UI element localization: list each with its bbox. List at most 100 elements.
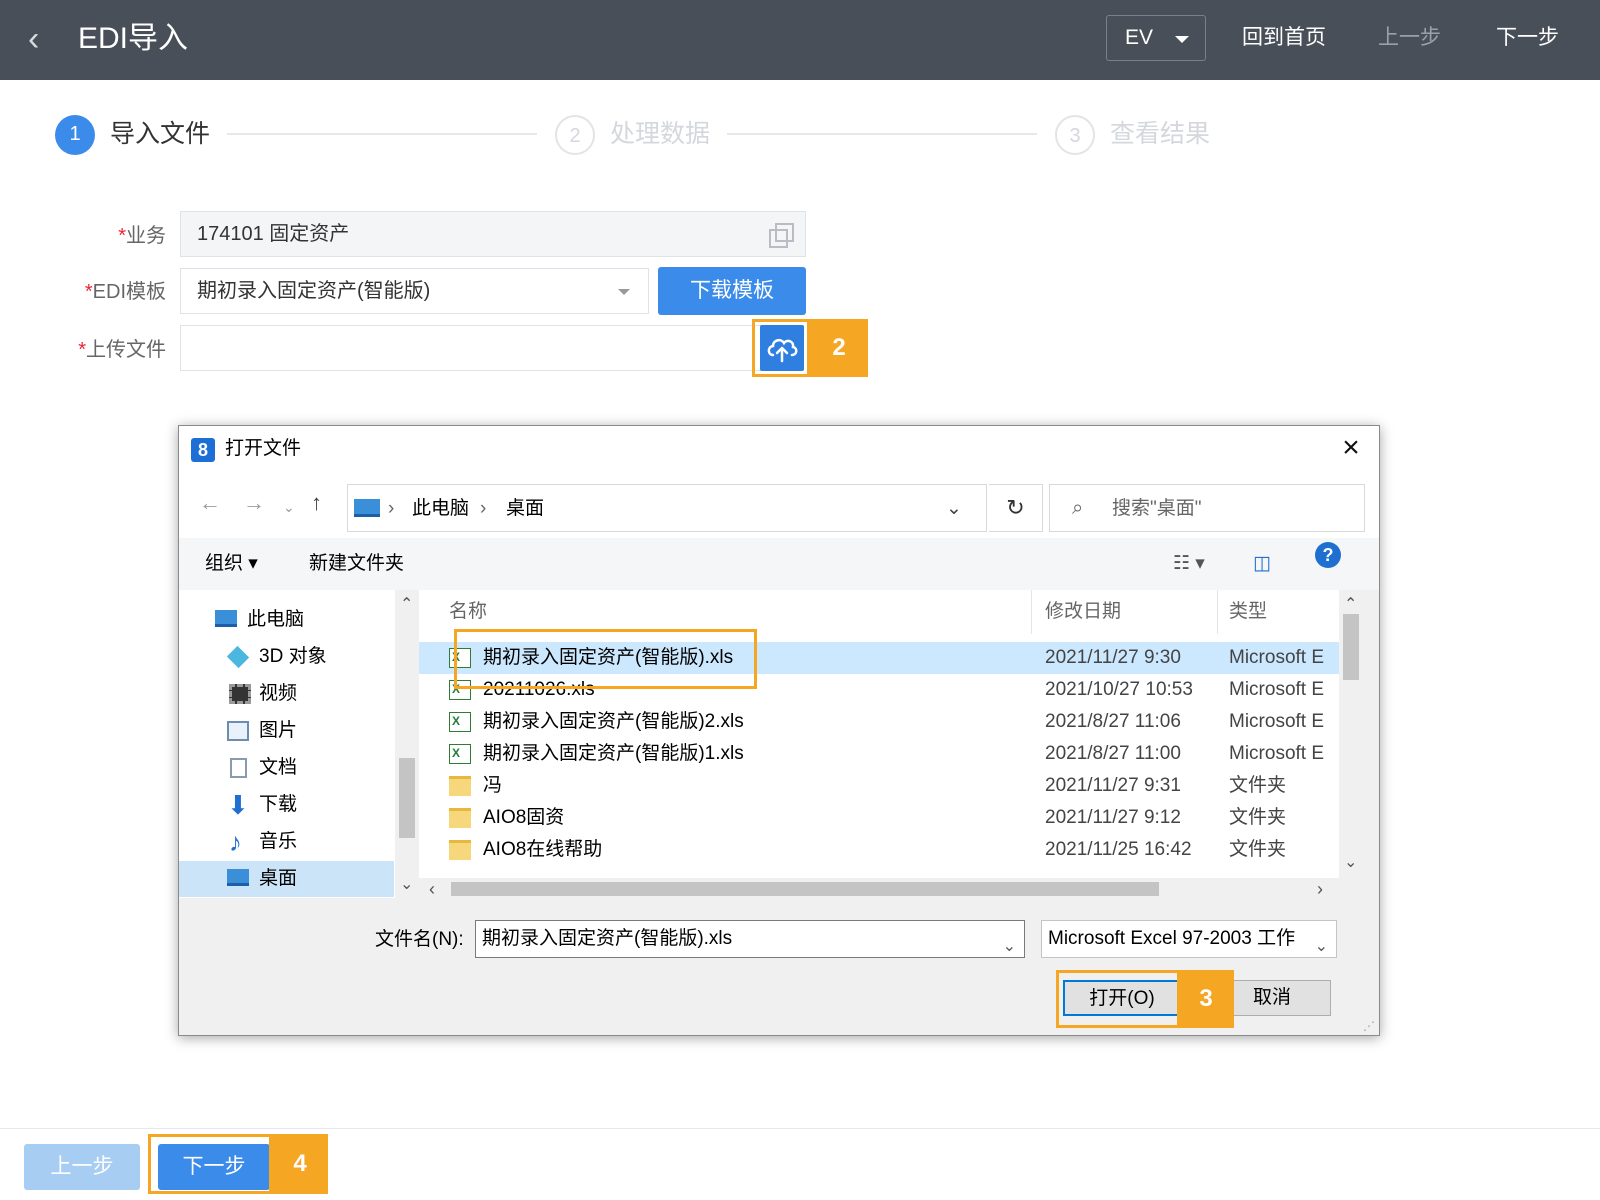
file-list-scrollbar[interactable]: ⌃ ⌄ — [1339, 590, 1363, 878]
tree-label: 视频 — [259, 683, 298, 704]
top-prev-button[interactable]: 上一步 — [1378, 24, 1441, 52]
file-date: 2021/11/27 9:12 — [1045, 807, 1181, 828]
tree-item-downloads[interactable]: ⬇ 下载 — [179, 787, 394, 823]
folder-icon — [449, 776, 471, 796]
filename-value: 期初录入固定资产(智能版).xls — [482, 928, 733, 949]
file-date: 2021/11/27 9:30 — [1045, 647, 1181, 668]
tree-item-this-pc[interactable]: 此电脑 — [179, 602, 394, 638]
chevron-down-icon[interactable]: ⌄ — [400, 874, 413, 894]
file-name: 冯 — [483, 775, 503, 796]
back-arrow-icon[interactable]: ‹ — [28, 22, 64, 58]
chevron-down-icon[interactable]: ⌄ — [946, 497, 962, 521]
view-options-icon[interactable]: ☷ ▾ — [1173, 552, 1205, 576]
nav-back-icon[interactable]: ← — [199, 488, 221, 518]
column-separator — [1217, 590, 1218, 634]
file-row[interactable]: AIO8在线帮助 2021/11/25 16:42 文件夹 — [419, 834, 1339, 866]
preview-pane-icon[interactable]: ◫ — [1253, 552, 1271, 576]
filename-input[interactable]: 期初录入固定资产(智能版).xls ⌄ — [475, 920, 1025, 958]
scrollbar-thumb[interactable] — [399, 758, 415, 838]
template-label-text: EDI模板 — [92, 281, 166, 303]
step-1-circle: 1 — [55, 115, 95, 155]
chevron-down-icon[interactable]: ⌄ — [1344, 852, 1357, 872]
video-icon — [229, 684, 251, 704]
chevron-right-icon: › — [388, 498, 395, 519]
filename-label: 文件名(N): — [375, 929, 464, 950]
upload-file-field[interactable] — [180, 325, 762, 371]
scrollbar-thumb[interactable] — [1343, 614, 1359, 680]
step-connector — [727, 133, 1037, 135]
chevron-left-icon[interactable]: ‹ — [429, 878, 435, 900]
step-connector — [227, 133, 537, 135]
app-logo-icon: 8 — [191, 438, 215, 462]
column-header-name[interactable]: 名称 — [449, 600, 487, 624]
refresh-icon[interactable]: ↻ — [989, 484, 1043, 532]
template-select[interactable]: 期初录入固定资产(智能版) — [180, 268, 649, 314]
nav-up-icon[interactable]: ↑ — [311, 488, 322, 518]
breadcrumb-this-pc[interactable]: 此电脑 — [412, 497, 469, 521]
file-name: 期初录入固定资产(智能版)2.xls — [483, 711, 744, 732]
search-input[interactable]: ⌕ 搜索"桌面" — [1049, 484, 1365, 532]
top-next-button[interactable]: 下一步 — [1496, 24, 1559, 52]
column-header-date[interactable]: 修改日期 — [1045, 600, 1121, 624]
tree-label: 音乐 — [259, 831, 298, 852]
chevron-down-icon[interactable]: ⌄ — [283, 492, 295, 522]
search-icon: ⌕ — [1072, 497, 1084, 519]
step-2-circle: 2 — [555, 115, 595, 155]
nav-forward-icon[interactable]: → — [243, 488, 265, 518]
tree-item-pictures[interactable]: 图片 — [179, 713, 394, 749]
cube-icon — [226, 645, 250, 669]
file-name: AIO8在线帮助 — [483, 839, 603, 860]
search-placeholder: 搜索"桌面" — [1112, 498, 1202, 519]
annotation-badge-4: 4 — [272, 1134, 328, 1194]
close-icon[interactable]: × — [1333, 430, 1369, 466]
dialog-title: 打开文件 — [225, 438, 302, 459]
business-field[interactable]: 174101 固定资产 — [180, 211, 806, 257]
business-label: *业务 — [36, 222, 166, 250]
organize-label: 组织 — [205, 553, 244, 574]
new-folder-button[interactable]: 新建文件夹 — [309, 552, 404, 576]
filetype-value: Microsoft Excel 97-2003 工作 — [1048, 928, 1296, 949]
tree-scrollbar[interactable]: ⌃ ⌄ — [395, 590, 419, 898]
env-select-value: EV — [1125, 26, 1154, 49]
chevron-down-icon[interactable]: ⌄ — [1003, 929, 1016, 965]
file-date: 2021/10/27 10:53 — [1045, 679, 1193, 700]
annotation-highlight-next — [148, 1134, 272, 1194]
chevron-up-icon[interactable]: ⌃ — [1344, 594, 1357, 614]
business-value: 174101 固定资产 — [197, 223, 350, 245]
resize-grip-icon[interactable]: ⋰ — [1363, 1019, 1375, 1033]
file-list-hscrollbar[interactable]: ‹ › — [419, 878, 1339, 900]
download-template-button[interactable]: 下载模板 — [658, 267, 806, 315]
file-type: Microsoft E — [1229, 711, 1325, 732]
tree-item-documents[interactable]: 文档 — [179, 750, 394, 786]
env-select[interactable]: EV — [1106, 15, 1206, 61]
required-mark: * — [118, 225, 126, 247]
file-row[interactable]: 期初录入固定资产(智能版)1.xls 2021/8/27 11:00 Micro… — [419, 738, 1339, 770]
chevron-right-icon: › — [480, 498, 487, 519]
business-label-text: 业务 — [126, 225, 166, 247]
address-bar[interactable]: › 此电脑 › 桌面 ⌄ — [347, 484, 987, 532]
footer-prev-button[interactable]: 上一步 — [24, 1144, 140, 1190]
annotation-badge-2: 2 — [810, 319, 868, 377]
column-header-type[interactable]: 类型 — [1229, 600, 1267, 624]
download-icon: ⬇ — [227, 790, 249, 820]
file-row[interactable]: 期初录入固定资产(智能版)2.xls 2021/8/27 11:06 Micro… — [419, 706, 1339, 738]
annotation-highlight-upload — [752, 319, 810, 377]
chevron-right-icon[interactable]: › — [1317, 878, 1323, 900]
tree-item-music[interactable]: ♪ 音乐 — [179, 824, 394, 860]
command-bar: 组织 ▾ 新建文件夹 ☷ ▾ ◫ — [179, 538, 1379, 590]
tree-item-videos[interactable]: 视频 — [179, 676, 394, 712]
file-row[interactable]: AIO8固资 2021/11/27 9:12 文件夹 — [419, 802, 1339, 834]
computer-icon — [354, 499, 380, 517]
breadcrumb-desktop[interactable]: 桌面 — [506, 497, 544, 521]
chevron-up-icon[interactable]: ⌃ — [400, 594, 413, 614]
copy-icon[interactable] — [769, 223, 794, 248]
home-button[interactable]: 回到首页 — [1242, 24, 1326, 52]
filetype-select[interactable]: Microsoft Excel 97-2003 工作 ⌄ — [1041, 920, 1337, 958]
tree-item-desktop[interactable]: 桌面 — [179, 861, 394, 897]
tree-label: 桌面 — [259, 868, 298, 889]
organize-menu[interactable]: 组织 ▾ — [205, 552, 258, 576]
file-row[interactable]: 冯 2021/11/27 9:31 文件夹 — [419, 770, 1339, 802]
help-icon[interactable]: ? — [1315, 542, 1341, 568]
tree-item-3d-objects[interactable]: 3D 对象 — [179, 639, 394, 675]
scrollbar-thumb[interactable] — [451, 882, 1159, 896]
